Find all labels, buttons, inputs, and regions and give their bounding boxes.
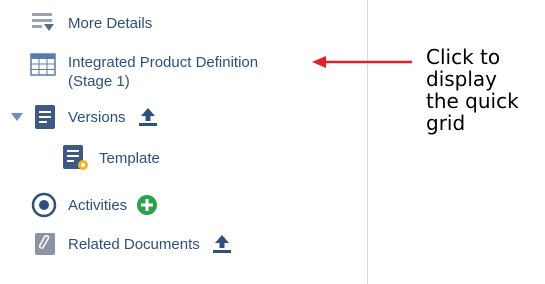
tree-item-related-documents[interactable]: Related Documents <box>34 232 234 256</box>
details-list-icon <box>32 13 54 31</box>
grid-table-icon <box>30 53 56 76</box>
tree-item-ipd[interactable]: Integrated Product Definition (Stage 1) <box>30 53 258 91</box>
radio-target-icon <box>31 192 57 218</box>
template-document-icon <box>63 145 88 170</box>
callout-line: Click to <box>426 45 501 69</box>
tree-item-versions[interactable]: Versions <box>10 104 160 130</box>
expand-triangle-icon[interactable] <box>10 111 24 123</box>
paperclip-icon <box>35 233 55 255</box>
callout-line: the quick <box>426 89 519 113</box>
upload-icon[interactable] <box>136 106 160 128</box>
ipd-label-line2: (Stage 1) <box>68 73 130 90</box>
more-details-label: More Details <box>68 14 153 32</box>
upload-icon[interactable] <box>210 233 234 255</box>
ipd-label-line1: Integrated Product Definition <box>68 54 259 71</box>
tree-item-template[interactable]: Template <box>62 144 160 172</box>
template-label: Template <box>99 149 160 167</box>
callout-line: grid <box>426 111 466 135</box>
annotation-arrow-icon <box>312 56 412 68</box>
annotation-callout: Click to display the quick grid <box>426 46 544 134</box>
add-circle-icon[interactable] <box>136 194 158 216</box>
related-documents-label: Related Documents <box>68 235 200 253</box>
document-icon <box>35 105 55 129</box>
activities-label: Activities <box>68 196 128 214</box>
versions-label: Versions <box>68 108 126 126</box>
panel-divider <box>367 0 368 284</box>
tree-item-activities[interactable]: Activities <box>31 192 158 218</box>
tree-item-more-details[interactable]: More Details <box>30 12 152 34</box>
callout-line: display <box>426 67 498 91</box>
